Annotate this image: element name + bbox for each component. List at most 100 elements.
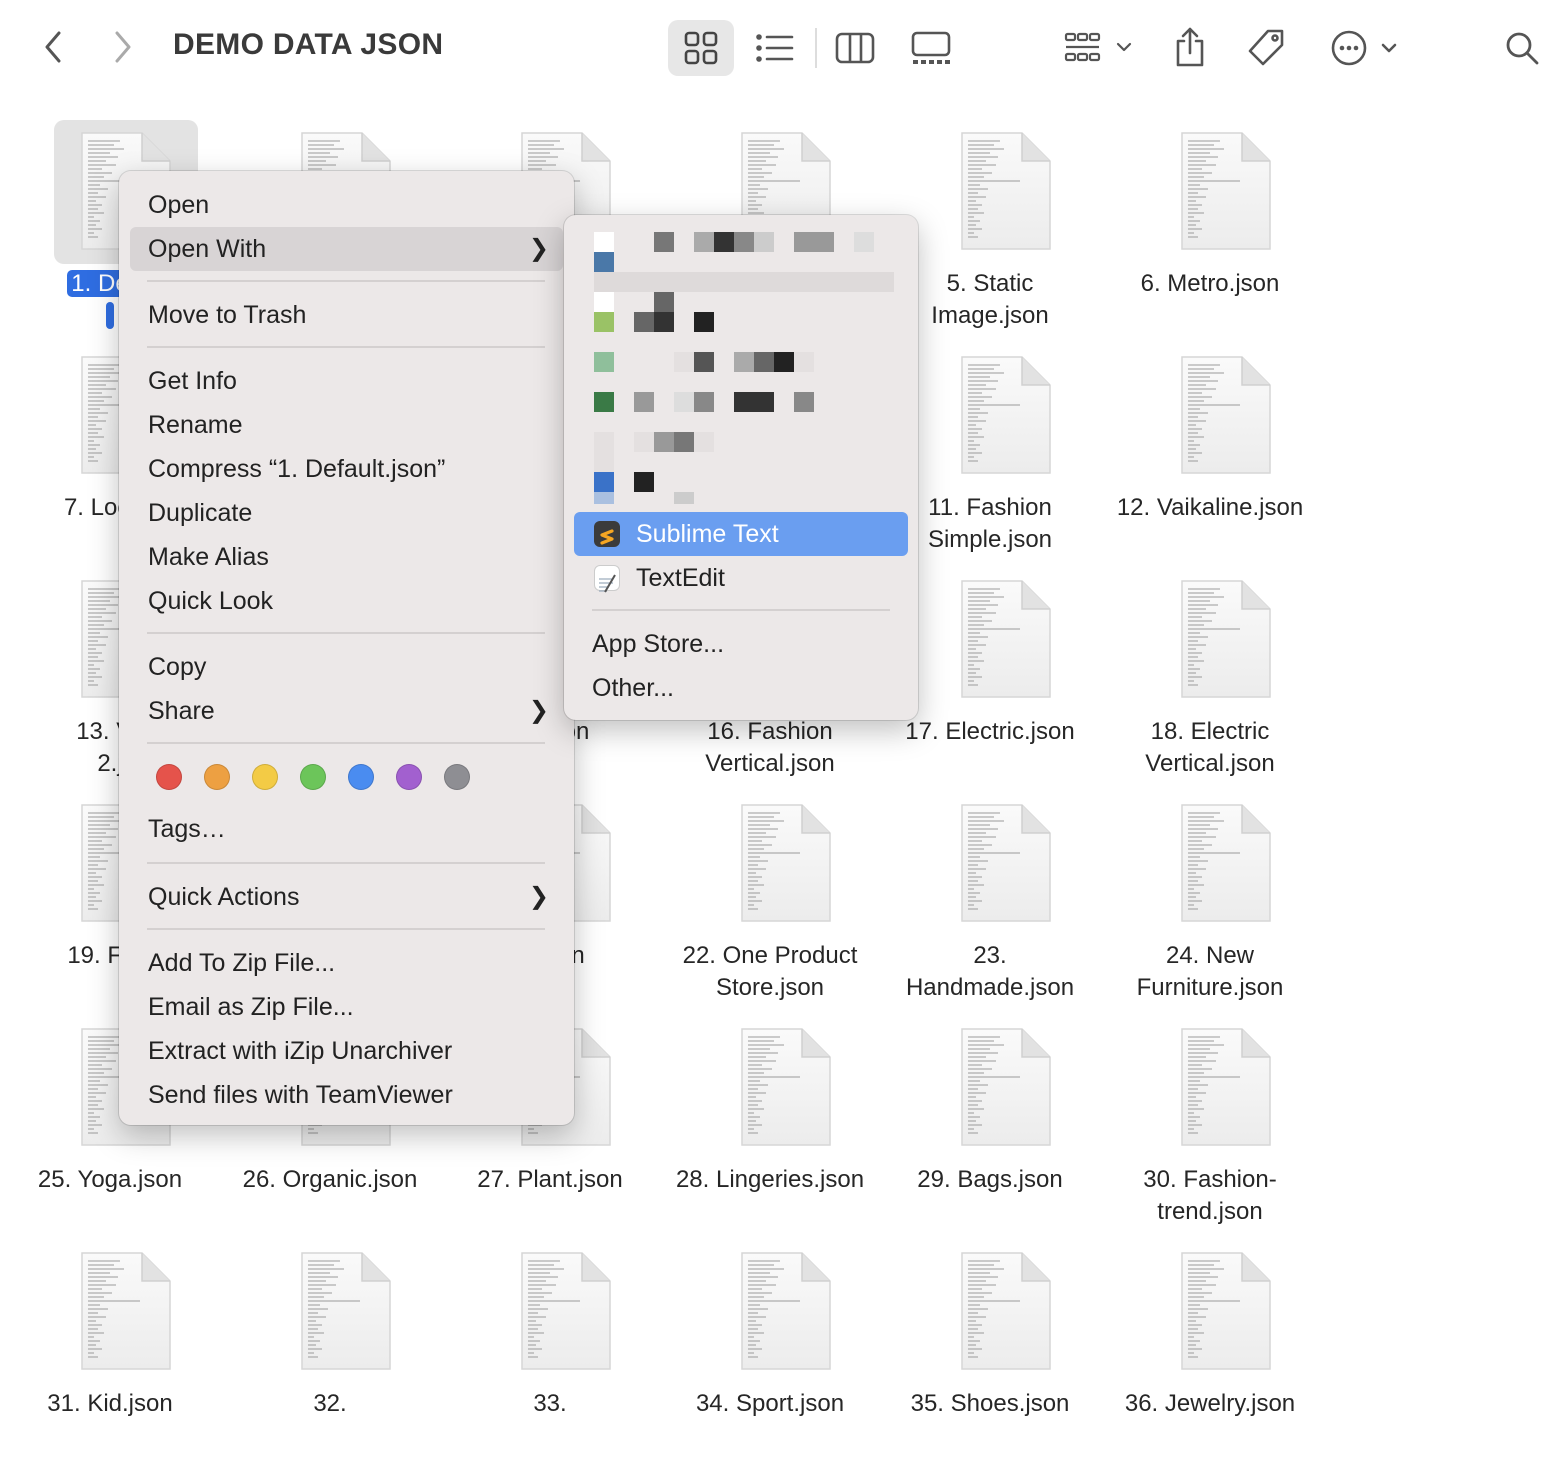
json-file-icon bbox=[520, 1251, 612, 1371]
pixelated-block bbox=[594, 292, 614, 312]
file-item[interactable]: 34. Sport.json bbox=[660, 1240, 880, 1464]
file-name: 26. Organic.json bbox=[205, 1164, 455, 1196]
file-item[interactable]: 30. Fashion-trend.json bbox=[1100, 1016, 1320, 1240]
menu-item-get-info[interactable]: Get Info bbox=[130, 359, 563, 403]
file-name: 16. Fashion Vertical.json bbox=[645, 716, 895, 780]
tag-color-dot[interactable] bbox=[444, 764, 470, 790]
pixelated-block bbox=[594, 472, 614, 492]
menu-item-add-to-zip[interactable]: Add To Zip File... bbox=[130, 941, 563, 985]
menu-item-open-with[interactable]: Open With ❯ bbox=[130, 227, 563, 271]
file-name-line1: 16. Fashion bbox=[707, 718, 833, 745]
menu-item-tags[interactable]: Tags… bbox=[130, 807, 563, 851]
file-name-line1: 28. Lingeries.json bbox=[675, 1166, 865, 1193]
file-item[interactable]: 23. Handmade.json bbox=[880, 792, 1100, 1016]
pixelated-block bbox=[654, 432, 674, 452]
menu-item-quick-look[interactable]: Quick Look bbox=[130, 579, 563, 623]
tag-color-dot[interactable] bbox=[204, 764, 230, 790]
menu-item-copy[interactable]: Copy bbox=[130, 645, 563, 689]
menu-separator bbox=[147, 928, 545, 930]
menu-separator bbox=[147, 862, 545, 864]
menu-item-email-zip[interactable]: Email as Zip File... bbox=[130, 985, 563, 1029]
file-item[interactable]: 35. Shoes.json bbox=[880, 1240, 1100, 1464]
pixelated-block bbox=[754, 352, 774, 372]
json-file-icon bbox=[1180, 355, 1272, 475]
json-file-icon bbox=[740, 803, 832, 923]
menu-item-quick-actions[interactable]: Quick Actions ❯ bbox=[130, 875, 563, 919]
file-name-line1: 30. Fashion- bbox=[1143, 1166, 1277, 1193]
file-name-line1: 29. Bags.json bbox=[917, 1166, 1063, 1193]
file-name-line1: 34. Sport.json bbox=[695, 1390, 845, 1417]
pixelated-block bbox=[694, 312, 714, 332]
submenu-item-textedit[interactable]: TextEdit bbox=[574, 556, 908, 600]
file-name-line1: 24. New bbox=[1165, 942, 1255, 969]
file-name: 36. Jewelry.json bbox=[1085, 1388, 1335, 1420]
file-name: 34. Sport.json bbox=[645, 1388, 895, 1420]
json-file-icon bbox=[1180, 131, 1272, 251]
menu-item-send-teamviewer[interactable]: Send files with TeamViewer bbox=[130, 1073, 563, 1117]
file-item[interactable]: 22. One Product Store.json bbox=[660, 792, 880, 1016]
menu-item-open[interactable]: Open bbox=[130, 183, 563, 227]
file-name-line2: Vertical.json bbox=[705, 750, 835, 777]
json-file-icon bbox=[960, 1027, 1052, 1147]
file-item[interactable]: 6. Metro.json bbox=[1100, 120, 1320, 344]
pixelated-block bbox=[674, 352, 694, 372]
tag-color-dot[interactable] bbox=[252, 764, 278, 790]
pixelated-block bbox=[734, 392, 774, 412]
pixelated-block bbox=[594, 352, 614, 372]
submenu-separator bbox=[592, 609, 890, 611]
pixelated-block bbox=[634, 312, 654, 332]
pixelated-app-list bbox=[564, 215, 918, 515]
pixelated-block bbox=[734, 352, 754, 372]
pixelated-block bbox=[654, 232, 674, 252]
file-item[interactable]: 32. bbox=[220, 1240, 440, 1464]
json-file-icon bbox=[960, 803, 1052, 923]
pixelated-block bbox=[594, 392, 614, 412]
menu-item-compress[interactable]: Compress “1. Default.json” bbox=[130, 447, 563, 491]
file-name: 35. Shoes.json bbox=[865, 1388, 1115, 1420]
pixelated-block bbox=[594, 252, 614, 272]
json-file-icon bbox=[1180, 1251, 1272, 1371]
menu-item-share[interactable]: Share ❯ bbox=[130, 689, 563, 733]
file-item[interactable]: 12. Vaikaline.json bbox=[1100, 344, 1320, 568]
file-name-line1: 23. bbox=[973, 942, 1007, 969]
pixelated-block bbox=[634, 472, 654, 492]
pixelated-block bbox=[654, 292, 674, 312]
file-name: 30. Fashion-trend.json bbox=[1085, 1164, 1335, 1228]
file-item[interactable]: 33. bbox=[440, 1240, 660, 1464]
json-file-icon bbox=[960, 131, 1052, 251]
tag-color-dot[interactable] bbox=[396, 764, 422, 790]
file-name: 25. Yoga.json bbox=[0, 1164, 235, 1196]
json-file-icon bbox=[300, 1251, 392, 1371]
file-item[interactable]: 24. New Furniture.json bbox=[1100, 792, 1320, 1016]
submenu-item-sublime-text[interactable]: Sublime Text bbox=[574, 512, 908, 556]
chevron-right-icon: ❯ bbox=[528, 697, 549, 724]
menu-item-make-alias[interactable]: Make Alias bbox=[130, 535, 563, 579]
json-file-icon bbox=[1180, 1027, 1272, 1147]
tag-color-dot[interactable] bbox=[348, 764, 374, 790]
pixelated-block bbox=[654, 312, 674, 332]
file-name: 31. Kid.json bbox=[0, 1388, 235, 1420]
file-item[interactable]: 36. Jewelry.json bbox=[1100, 1240, 1320, 1464]
file-item[interactable]: 18. Electric Vertical.json bbox=[1100, 568, 1320, 792]
file-name-line1: 12. Vaikaline.json bbox=[1116, 494, 1304, 521]
menu-item-extract-izip[interactable]: Extract with iZip Unarchiver bbox=[130, 1029, 563, 1073]
tag-color-dot[interactable] bbox=[300, 764, 326, 790]
file-item[interactable]: 31. Kid.json bbox=[0, 1240, 220, 1464]
submenu-item-app-store[interactable]: App Store... bbox=[574, 622, 908, 666]
file-item[interactable]: 29. Bags.json bbox=[880, 1016, 1100, 1240]
pixelated-block bbox=[694, 432, 714, 452]
menu-item-rename[interactable]: Rename bbox=[130, 403, 563, 447]
textedit-icon bbox=[594, 565, 620, 593]
pixelated-block bbox=[634, 432, 654, 452]
file-name: 33. bbox=[425, 1388, 675, 1420]
file-name-line2: Furniture.json bbox=[1136, 974, 1284, 1001]
menu-item-duplicate[interactable]: Duplicate bbox=[130, 491, 563, 535]
file-name: 18. Electric Vertical.json bbox=[1085, 716, 1335, 780]
menu-item-share-label: Share bbox=[148, 697, 215, 725]
menu-item-move-to-trash[interactable]: Move to Trash bbox=[130, 293, 563, 337]
submenu-item-other[interactable]: Other... bbox=[574, 666, 908, 710]
tag-color-dot[interactable] bbox=[156, 764, 182, 790]
file-item[interactable]: 28. Lingeries.json bbox=[660, 1016, 880, 1240]
file-name-line1: 26. Organic.json bbox=[242, 1166, 418, 1193]
file-name: 28. Lingeries.json bbox=[645, 1164, 895, 1196]
